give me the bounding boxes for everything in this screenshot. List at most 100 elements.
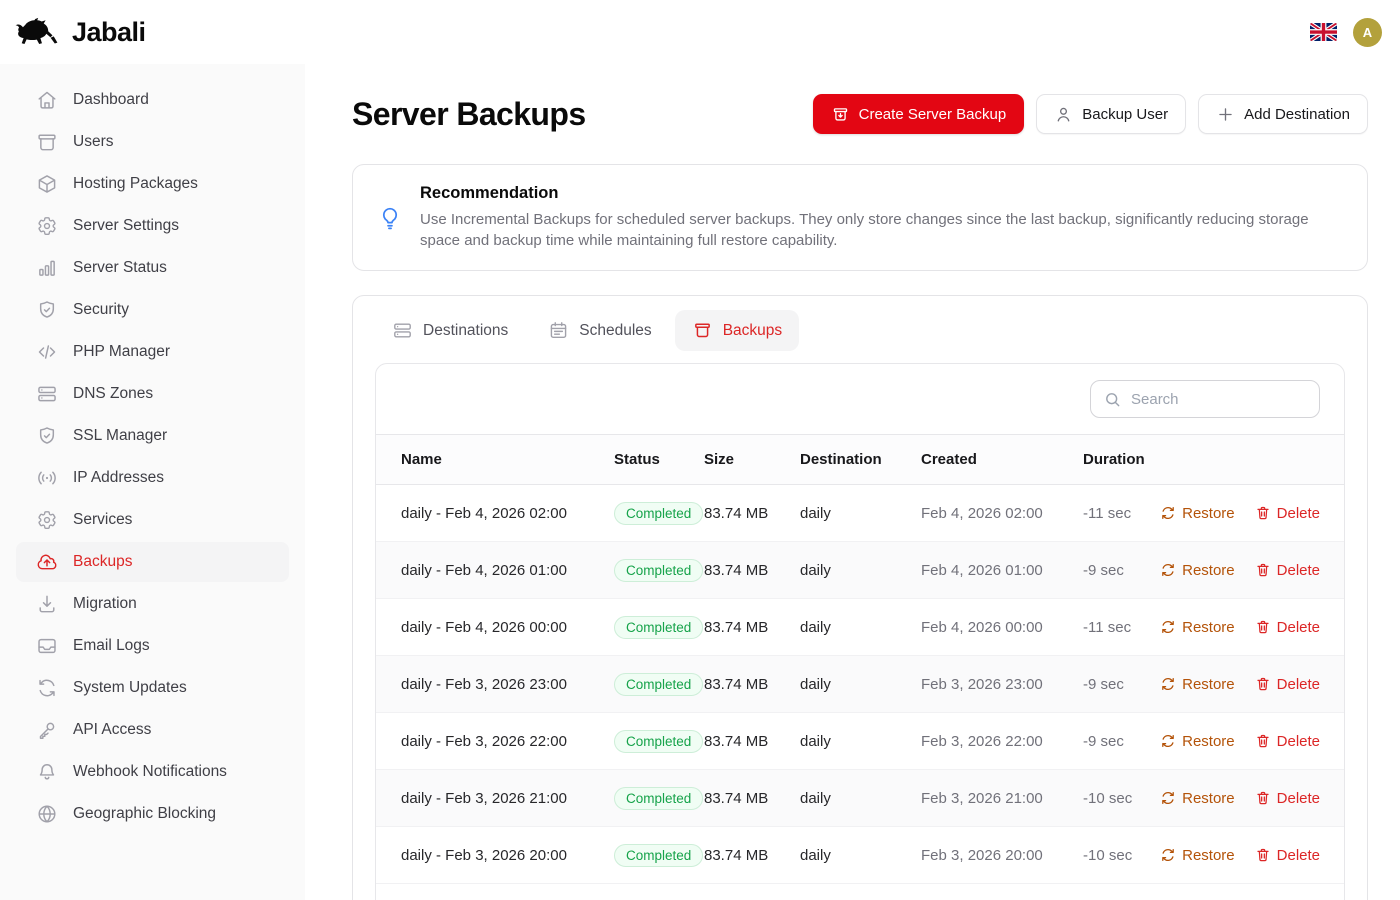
sidebar-item-hosting-packages[interactable]: Hosting Packages bbox=[16, 164, 289, 204]
restore-button[interactable]: Restore bbox=[1160, 733, 1235, 750]
sidebar-item-security[interactable]: Security bbox=[16, 290, 289, 330]
status-badge: Completed bbox=[614, 844, 703, 867]
sidebar-item-users[interactable]: Users bbox=[16, 122, 289, 162]
delete-label: Delete bbox=[1277, 733, 1320, 750]
delete-label: Delete bbox=[1277, 505, 1320, 522]
backup-name: daily - Feb 4, 2026 00:00 bbox=[376, 599, 614, 656]
sidebar-item-label: Server Settings bbox=[73, 217, 179, 235]
sidebar-item-api-access[interactable]: API Access bbox=[16, 710, 289, 750]
sidebar-item-webhook-notifications[interactable]: Webhook Notifications bbox=[16, 752, 289, 792]
sidebar-item-label: Dashboard bbox=[73, 91, 149, 109]
trash-icon bbox=[1255, 790, 1271, 806]
delete-label: Delete bbox=[1277, 676, 1320, 693]
sidebar-item-label: Security bbox=[73, 301, 129, 319]
delete-label: Delete bbox=[1277, 619, 1320, 636]
sidebar-item-label: Email Logs bbox=[73, 637, 150, 655]
delete-label: Delete bbox=[1277, 790, 1320, 807]
sidebar-item-label: SSL Manager bbox=[73, 427, 167, 445]
boar-icon bbox=[14, 16, 66, 49]
server-stack-icon bbox=[392, 320, 413, 341]
backup-created: Feb 4, 2026 02:00 bbox=[921, 485, 1083, 542]
delete-button[interactable]: Delete bbox=[1255, 619, 1320, 636]
arrow-path-icon bbox=[1160, 847, 1176, 863]
status-badge: Completed bbox=[614, 787, 703, 810]
restore-label: Restore bbox=[1182, 562, 1235, 579]
cube-icon bbox=[36, 173, 58, 195]
sidebar-item-backups[interactable]: Backups bbox=[16, 542, 289, 582]
delete-label: Delete bbox=[1277, 847, 1320, 864]
button-label: Backup User bbox=[1082, 106, 1168, 123]
inbox-icon bbox=[36, 635, 58, 657]
sidebar-item-label: Users bbox=[73, 133, 113, 151]
backup-size: 83.74 MB bbox=[704, 713, 800, 770]
add-destination-button[interactable]: Add Destination bbox=[1198, 94, 1368, 134]
arrow-path-icon bbox=[1160, 562, 1176, 578]
column-header-size: Size bbox=[704, 435, 800, 485]
search-input[interactable] bbox=[1131, 391, 1330, 408]
sidebar-item-php-manager[interactable]: PHP Manager bbox=[16, 332, 289, 372]
restore-label: Restore bbox=[1182, 505, 1235, 522]
search-field bbox=[1090, 380, 1320, 418]
brand-logo[interactable]: Jabali bbox=[14, 16, 146, 49]
restore-button[interactable]: Restore bbox=[1160, 847, 1235, 864]
backup-created: Feb 3, 2026 20:00 bbox=[921, 827, 1083, 884]
sidebar-item-geographic-blocking[interactable]: Geographic Blocking bbox=[16, 794, 289, 834]
delete-button[interactable]: Delete bbox=[1255, 562, 1320, 579]
sidebar-item-server-settings[interactable]: Server Settings bbox=[16, 206, 289, 246]
status-badge: Completed bbox=[614, 559, 703, 582]
backup-created: Feb 4, 2026 00:00 bbox=[921, 599, 1083, 656]
backup-destination: daily bbox=[800, 542, 921, 599]
page-title: Server Backups bbox=[352, 96, 586, 133]
backup-created: Feb 3, 2026 22:00 bbox=[921, 713, 1083, 770]
delete-button[interactable]: Delete bbox=[1255, 790, 1320, 807]
avatar[interactable]: A bbox=[1353, 18, 1382, 47]
sidebar-item-services[interactable]: Services bbox=[16, 500, 289, 540]
backup-user-button[interactable]: Backup User bbox=[1036, 94, 1186, 134]
sidebar-item-label: Services bbox=[73, 511, 132, 529]
brand-name: Jabali bbox=[72, 17, 146, 48]
backup-size: 83.74 MB bbox=[704, 485, 800, 542]
status-badge: Completed bbox=[614, 502, 703, 525]
restore-button[interactable]: Restore bbox=[1160, 505, 1235, 522]
tab-backups[interactable]: Backups bbox=[675, 310, 799, 351]
sidebar-item-dns-zones[interactable]: DNS Zones bbox=[16, 374, 289, 414]
tab-bar: Destinations Schedules Backups bbox=[375, 308, 1345, 363]
arrow-path-icon bbox=[1160, 733, 1176, 749]
trash-icon bbox=[1255, 562, 1271, 578]
restore-label: Restore bbox=[1182, 790, 1235, 807]
table-row: daily - Feb 3, 2026 22:00 Completed 83.7… bbox=[376, 713, 1344, 770]
sidebar-item-dashboard[interactable]: Dashboard bbox=[16, 80, 289, 120]
create-server-backup-button[interactable]: Create Server Backup bbox=[813, 94, 1025, 134]
sidebar-item-migration[interactable]: Migration bbox=[16, 584, 289, 624]
delete-button[interactable]: Delete bbox=[1255, 847, 1320, 864]
trash-icon bbox=[1255, 676, 1271, 692]
delete-button[interactable]: Delete bbox=[1255, 505, 1320, 522]
backup-name: daily - Feb 3, 2026 20:00 bbox=[376, 827, 614, 884]
refresh-icon bbox=[36, 677, 58, 699]
sidebar-item-server-status[interactable]: Server Status bbox=[16, 248, 289, 288]
tab-destinations[interactable]: Destinations bbox=[375, 310, 525, 351]
uk-flag-icon[interactable] bbox=[1310, 23, 1337, 41]
restore-button[interactable]: Restore bbox=[1160, 676, 1235, 693]
delete-button[interactable]: Delete bbox=[1255, 676, 1320, 693]
sidebar-item-label: Backups bbox=[73, 553, 132, 571]
restore-label: Restore bbox=[1182, 733, 1235, 750]
sidebar-item-ip-addresses[interactable]: IP Addresses bbox=[16, 458, 289, 498]
archive-box-icon bbox=[36, 131, 58, 153]
sidebar-item-ssl-manager[interactable]: SSL Manager bbox=[16, 416, 289, 456]
tab-schedules[interactable]: Schedules bbox=[531, 310, 668, 351]
restore-button[interactable]: Restore bbox=[1160, 790, 1235, 807]
delete-button[interactable]: Delete bbox=[1255, 733, 1320, 750]
button-label: Create Server Backup bbox=[859, 106, 1007, 123]
sidebar-item-system-updates[interactable]: System Updates bbox=[16, 668, 289, 708]
restore-button[interactable]: Restore bbox=[1160, 562, 1235, 579]
column-header-destination: Destination bbox=[800, 435, 921, 485]
gear-icon bbox=[36, 509, 58, 531]
sidebar-item-email-logs[interactable]: Email Logs bbox=[16, 626, 289, 666]
home-icon bbox=[36, 89, 58, 111]
table-footer: Showing 1 to 7 of 7 results Per page 10 bbox=[376, 884, 1344, 900]
restore-button[interactable]: Restore bbox=[1160, 619, 1235, 636]
code-icon bbox=[36, 341, 58, 363]
backup-name: daily - Feb 3, 2026 21:00 bbox=[376, 770, 614, 827]
backup-size: 83.74 MB bbox=[704, 542, 800, 599]
